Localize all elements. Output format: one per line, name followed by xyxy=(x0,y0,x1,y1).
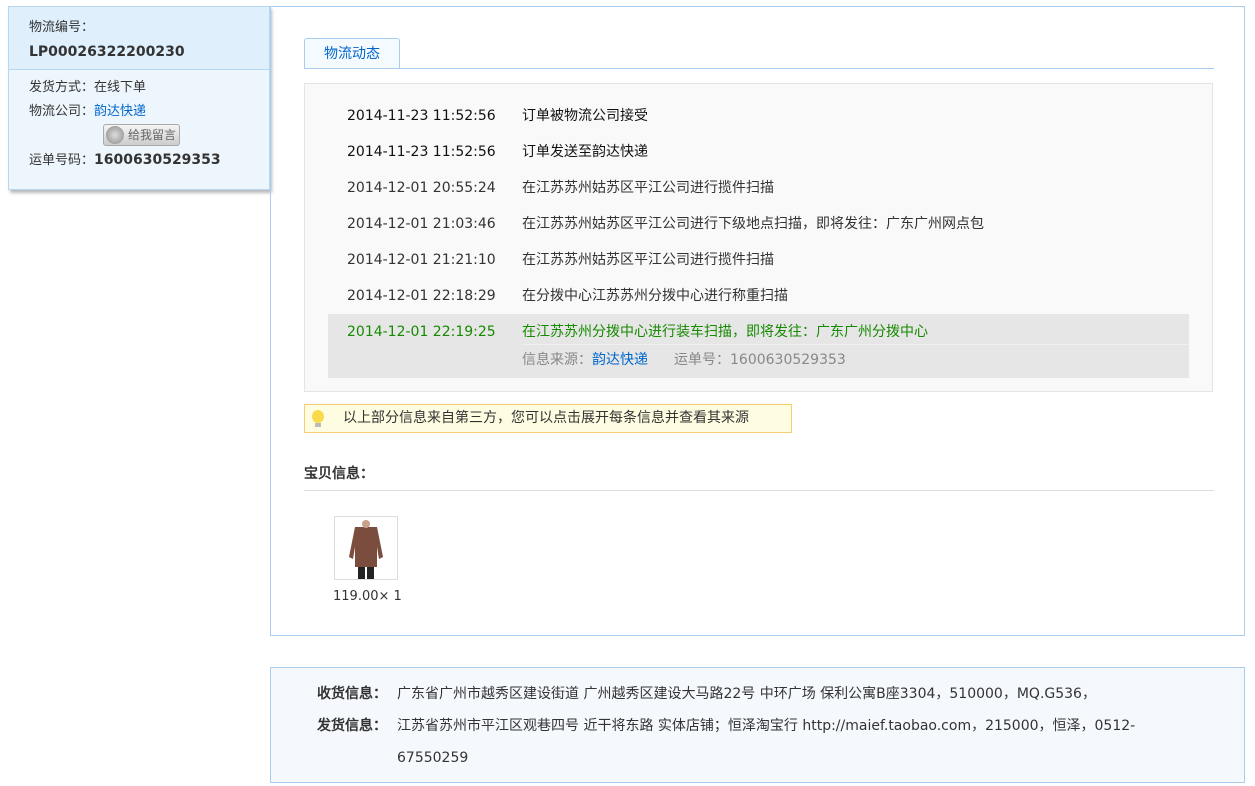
event-source: 信息来源：韵达快递 运单号：1600630529353 xyxy=(522,344,1189,375)
waybill-label: 运单号码： xyxy=(29,153,95,168)
tracking-event[interactable]: 2014-11-23 11:52:56 订单发送至韵达快递 xyxy=(328,134,1189,170)
send-address: 江苏省苏州市平江区观巷四号 近干将东路 实体店铺；恒泽淘宝行 http://ma… xyxy=(397,718,1136,766)
address-panel: 收货信息： 广东省广州市越秀区建设街道 广州越秀区建设大马路22号 中环广场 保利… xyxy=(270,667,1245,783)
leave-message-button[interactable]: 给我留言 xyxy=(103,124,181,146)
event-time: 2014-12-01 20:55:24 xyxy=(347,180,496,196)
company-label: 物流公司： xyxy=(29,104,95,119)
tracking-event[interactable]: 2014-11-23 11:52:56 订单被物流公司接受 xyxy=(328,98,1189,134)
items-title: 宝贝信息： xyxy=(304,466,374,482)
ship-method-label: 发货方式： xyxy=(29,80,95,95)
event-time: 2014-12-01 22:18:29 xyxy=(347,288,496,304)
source-waybill-label: 运单号： xyxy=(674,352,730,368)
event-time: 2014-11-23 11:52:56 xyxy=(347,144,496,160)
tab-divider xyxy=(304,68,1214,69)
tip-text: 以上部分信息来自第三方，您可以点击展开每条信息并查看其来源 xyxy=(343,410,749,426)
source-link[interactable]: 韵达快递 xyxy=(592,352,648,368)
source-waybill: 1600630529353 xyxy=(730,352,846,368)
event-desc: 在分拨中心江苏苏州分拨中心进行称重扫描 xyxy=(522,288,788,304)
ship-method: 在线下单 xyxy=(94,80,147,95)
items-divider xyxy=(304,490,1214,491)
shipment-summary-panel: 物流编号： LP00026322200230 发货方式：在线下单 物流公司：韵达… xyxy=(8,6,270,190)
tracking-log: 2014-11-23 11:52:56 订单被物流公司接受 2014-11-23 1… xyxy=(304,83,1213,392)
event-desc: 订单被物流公司接受 xyxy=(522,108,648,124)
recv-address: 广东省广州市越秀区建设街道 广州越秀区建设大马路22号 中环广场 保利公寓B座3… xyxy=(397,686,1096,702)
tracking-event[interactable]: 2014-12-01 22:19:25 在江苏苏州分拨中心进行装车扫描，即将发往：… xyxy=(328,314,1189,378)
item-price-qty: 119.00× 1 xyxy=(333,589,402,604)
lightbulb-icon xyxy=(312,410,324,427)
event-desc: 在江苏苏州姑苏区平江公司进行下级地点扫描，即将发往：广东广州网点包 xyxy=(522,216,984,232)
item-thumbnail[interactable] xyxy=(334,516,398,580)
tab-logistics-updates[interactable]: 物流动态 xyxy=(304,38,400,69)
recv-label: 收货信息： xyxy=(317,686,387,702)
event-desc: 订单发送至韵达快递 xyxy=(522,144,648,160)
event-desc: 在江苏苏州姑苏区平江公司进行揽件扫描 xyxy=(522,180,774,196)
waybill-no: 1600630529353 xyxy=(94,152,221,168)
tracking-event[interactable]: 2014-12-01 22:18:29 在分拨中心江苏苏州分拨中心进行称重扫描 xyxy=(328,278,1189,314)
tracking-event[interactable]: 2014-12-01 21:21:10 在江苏苏州姑苏区平江公司进行揽件扫描 xyxy=(328,242,1189,278)
company-link[interactable]: 韵达快递 xyxy=(94,104,146,119)
event-time: 2014-12-01 22:19:25 xyxy=(347,324,496,340)
event-time: 2014-12-01 21:03:46 xyxy=(347,216,496,232)
order-no-label: 物流编号： xyxy=(29,20,95,35)
event-desc: 在江苏苏州姑苏区平江公司进行揽件扫描 xyxy=(522,252,774,268)
tracking-event[interactable]: 2014-12-01 21:03:46 在江苏苏州姑苏区平江公司进行下级地点扫描，… xyxy=(328,206,1189,242)
order-no: LP00026322200230 xyxy=(29,44,185,60)
sweater-image xyxy=(349,520,383,579)
event-time: 2014-11-23 11:52:56 xyxy=(347,108,496,124)
tracking-event[interactable]: 2014-12-01 20:55:24 在江苏苏州姑苏区平江公司进行揽件扫描 xyxy=(328,170,1189,206)
source-label: 信息来源： xyxy=(522,352,592,368)
send-label: 发货信息： xyxy=(317,718,387,734)
logistics-main-panel: 物流动态 2014-11-23 11:52:56 订单被物流公司接受 2014-11… xyxy=(270,6,1245,636)
event-time: 2014-12-01 21:21:10 xyxy=(347,252,496,268)
third-party-tip: 以上部分信息来自第三方，您可以点击展开每条信息并查看其来源 xyxy=(304,404,792,433)
